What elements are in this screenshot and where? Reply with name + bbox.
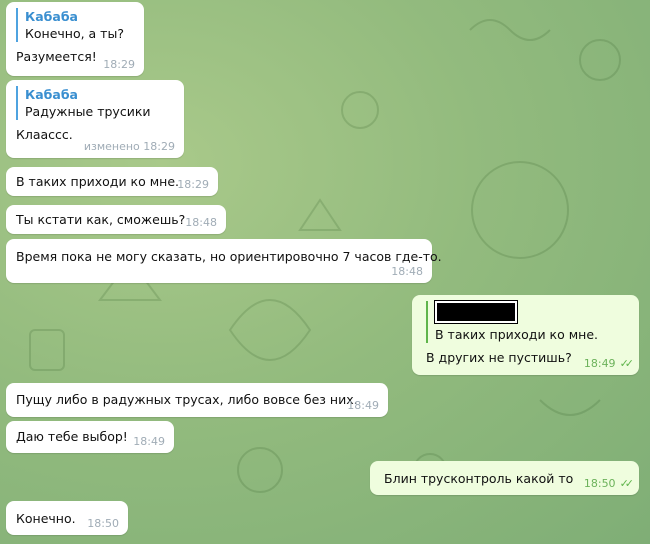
double-check-icon: ✓✓ — [619, 477, 635, 490]
message-bubble-outgoing[interactable]: В таких приходи ко мне. В других не пуст… — [412, 295, 639, 375]
message-bubble-outgoing[interactable]: Блин трусконтроль какой то 18:50 ✓✓ — [370, 461, 639, 495]
time-value: 18:50 — [583, 477, 616, 490]
reply-text: Радужные трусики — [25, 104, 151, 119]
message-bubble-incoming[interactable]: Кабаба Радужные трусики Клаассс. изменен… — [6, 80, 184, 158]
message-time: 18:48 — [391, 265, 423, 278]
message-time: 18:29 — [103, 58, 135, 71]
message-bubble-incoming[interactable]: Пущу либо в радужных трусах, либо вовсе … — [6, 383, 388, 417]
reply-quote[interactable]: Кабаба Радужные трусики — [16, 86, 174, 120]
message-bubble-incoming[interactable]: Ты кстати как, сможешь? 18:48 — [6, 205, 226, 234]
reply-author: Кабаба — [25, 9, 78, 24]
message-time: 18:50 — [87, 517, 119, 530]
message-time: 18:49 — [347, 399, 379, 412]
message-text: Время пока не могу сказать, но ориентиро… — [16, 249, 442, 264]
redacted-author-name — [434, 300, 518, 324]
reply-text: Конечно, а ты? — [25, 26, 124, 41]
reply-quote[interactable]: Кабаба Конечно, а ты? — [16, 8, 134, 42]
reply-author: Кабаба — [25, 87, 78, 102]
message-time: 18:50 ✓✓ — [583, 477, 635, 490]
message-bubble-incoming[interactable]: Даю тебе выбор! 18:49 — [6, 421, 174, 453]
time-value: 18:49 — [583, 357, 616, 370]
reply-text: В таких приходи ко мне. — [435, 327, 598, 342]
message-text: Пущу либо в радужных трусах, либо вовсе … — [16, 392, 358, 407]
message-time: 18:49 ✓✓ — [583, 357, 635, 370]
message-bubble-incoming[interactable]: Время пока не могу сказать, но ориентиро… — [6, 239, 442, 283]
message-bubble-incoming[interactable]: Кабаба Конечно, а ты? Разумеется! 18:29 — [6, 2, 144, 76]
message-time-edited: изменено 18:29 — [83, 140, 175, 153]
message-time: 18:49 — [133, 435, 165, 448]
message-time: 18:29 — [177, 178, 209, 191]
reply-quote[interactable]: В таких приходи ко мне. — [426, 300, 629, 343]
message-bubble-incoming[interactable]: Конечно. 18:50 — [6, 501, 128, 535]
message-bubble-incoming[interactable]: В таких приходи ко мне. 18:29 — [6, 167, 218, 196]
double-check-icon: ✓✓ — [619, 357, 635, 370]
message-time: 18:48 — [185, 216, 217, 229]
